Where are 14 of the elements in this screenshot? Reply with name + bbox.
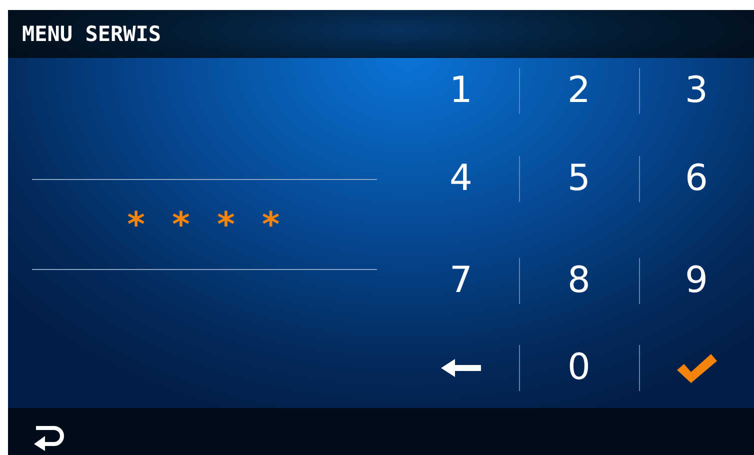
digit-key[interactable]: 0 [562,350,596,386]
masked-password: * * * * [126,204,284,244]
digit-key[interactable]: 2 [562,73,596,109]
digit-key[interactable]: 5 [562,161,596,197]
digit-key[interactable]: 3 [679,73,714,109]
left-arrow-icon [439,358,483,378]
digit-key[interactable]: 7 [444,263,478,299]
digit-key[interactable]: 4 [444,161,478,197]
check-icon [676,352,718,384]
digit-key[interactable]: 1 [444,73,478,109]
digit-key[interactable]: 6 [679,161,714,197]
digit-key[interactable]: 9 [679,263,714,299]
digit-key[interactable]: 8 [562,263,596,299]
screen-title: MENU SERWIS [22,22,162,46]
